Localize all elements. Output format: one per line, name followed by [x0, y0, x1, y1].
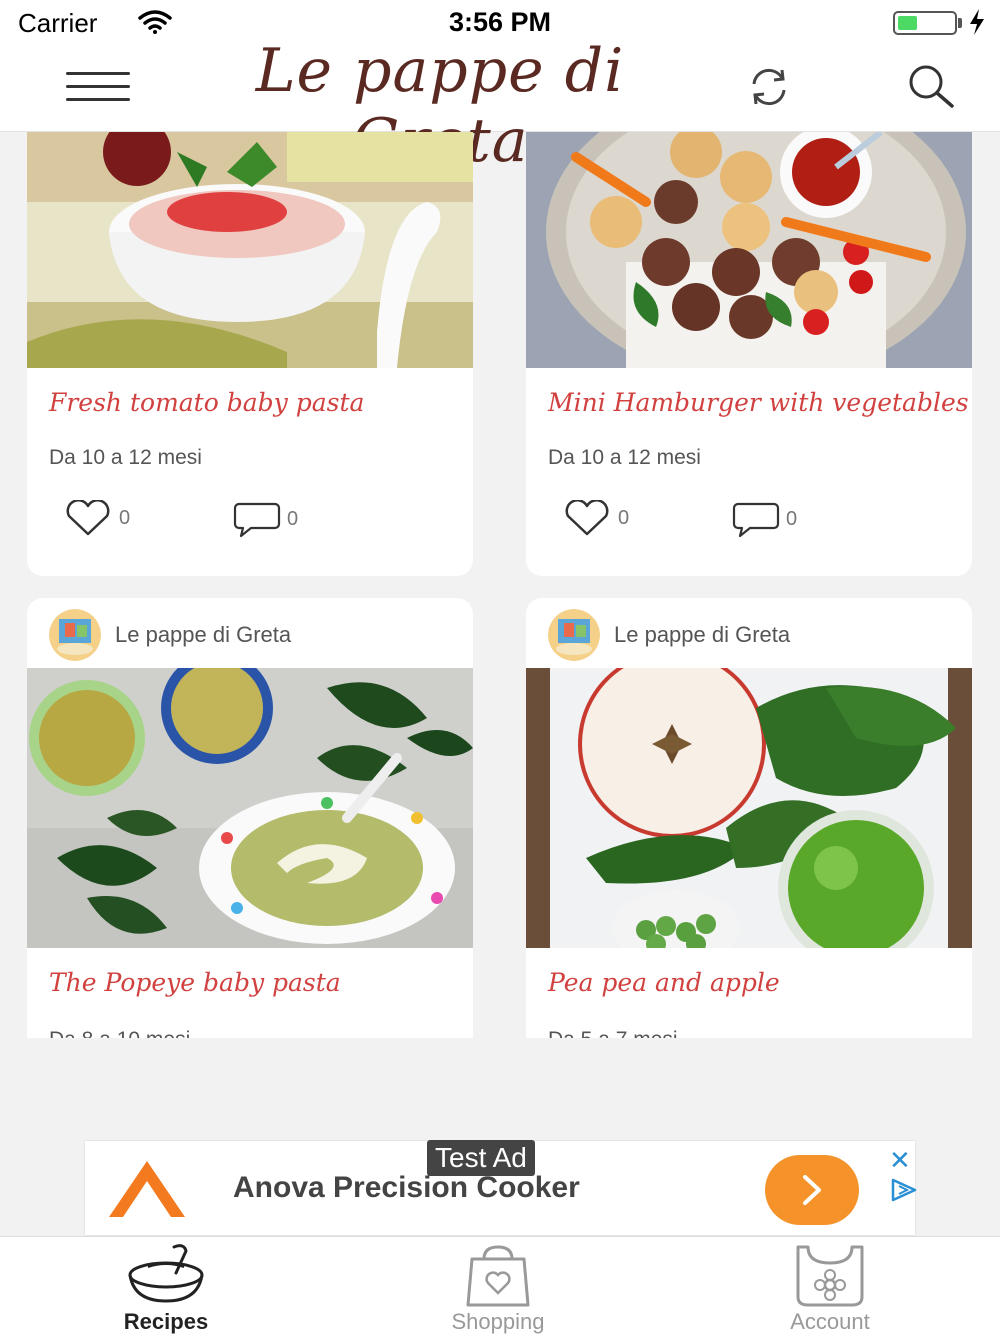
test-ad-badge: Test Ad [427, 1140, 535, 1176]
comment-stat[interactable]: 0 [732, 500, 797, 538]
tab-label: Shopping [451, 1309, 545, 1334]
tab-label: Account [790, 1309, 870, 1334]
tab-label: Recipes [123, 1309, 209, 1334]
tab-shopping[interactable]: Shopping [398, 1237, 598, 1334]
ad-close-button[interactable]: ✕ [889, 1145, 911, 1176]
comment-stat[interactable]: 0 [233, 500, 298, 538]
author-avatar [548, 609, 600, 661]
recipe-image-pea-apple [526, 668, 972, 948]
recipe-card[interactable]: Fresh tomato baby pasta Da 10 a 12 mesi … [27, 132, 473, 576]
comment-count: 0 [287, 507, 299, 530]
shopping-bag-icon [466, 1245, 530, 1307]
refresh-icon[interactable] [746, 64, 792, 110]
recipe-card[interactable]: Le pappe di Greta [27, 598, 473, 1038]
card-author[interactable]: Le pappe di Greta [49, 606, 291, 664]
like-stat[interactable]: 0 [63, 500, 130, 536]
recipe-feed[interactable]: Fresh tomato baby pasta Da 10 a 12 mesi … [0, 132, 1000, 1038]
ad-choices-icon[interactable] [889, 1177, 919, 1203]
comment-icon[interactable] [732, 500, 780, 538]
app-header: Le pappe di Greta [0, 36, 1000, 176]
recipe-title[interactable]: Mini Hamburger with vegetables [548, 388, 969, 417]
search-icon[interactable] [904, 62, 958, 112]
recipe-age: Da 5 a 7 mesi [548, 1028, 678, 1038]
recipe-image-tomato-pasta [27, 132, 473, 368]
charging-icon [970, 9, 984, 35]
recipe-age: Da 10 a 12 mesi [548, 446, 701, 469]
author-avatar [49, 609, 101, 661]
like-count: 0 [618, 506, 630, 529]
recipe-age: Da 8 a 10 mesi [49, 1028, 190, 1038]
battery-tip [958, 18, 962, 28]
chevron-right-icon [803, 1175, 821, 1205]
heart-icon[interactable] [63, 500, 113, 536]
tab-account[interactable]: Account [730, 1237, 930, 1334]
recipe-title[interactable]: Pea pea and apple [548, 968, 780, 997]
battery-icon [893, 11, 957, 35]
tab-bar: Recipes Shopping Account [0, 1236, 1000, 1334]
author-name: Le pappe di Greta [115, 622, 292, 647]
status-time: 3:56 PM [448, 7, 552, 37]
like-stat[interactable]: 0 [562, 500, 629, 536]
bowl-icon [128, 1244, 204, 1303]
recipe-age: Da 10 a 12 mesi [49, 446, 202, 469]
heart-icon[interactable] [562, 500, 612, 536]
ad-banner[interactable]: Anova Precision Cooker Test Ad ✕ [84, 1140, 919, 1236]
card-author[interactable]: Le pappe di Greta [548, 606, 790, 664]
ad-text[interactable]: Anova Precision Cooker [233, 1171, 580, 1205]
recipe-card[interactable]: Mini Hamburger with vegetables Da 10 a 1… [526, 132, 972, 576]
recipe-title[interactable]: Fresh tomato baby pasta [49, 388, 364, 417]
menu-button[interactable] [66, 66, 134, 106]
like-count: 0 [119, 506, 131, 529]
recipe-card[interactable]: Le pappe di Greta [526, 598, 972, 1038]
recipe-title[interactable]: The Popeye baby pasta [49, 968, 341, 997]
ad-cta-button[interactable] [765, 1155, 859, 1225]
tab-recipes[interactable]: Recipes [66, 1237, 266, 1334]
comment-icon[interactable] [233, 500, 281, 538]
ad-logo-icon [109, 1161, 185, 1217]
author-name: Le pappe di Greta [614, 622, 791, 647]
bib-icon [796, 1245, 864, 1307]
recipe-image-mini-hamburger [526, 132, 972, 368]
comment-count: 0 [786, 507, 798, 530]
recipe-image-popeye-pasta [27, 668, 473, 948]
